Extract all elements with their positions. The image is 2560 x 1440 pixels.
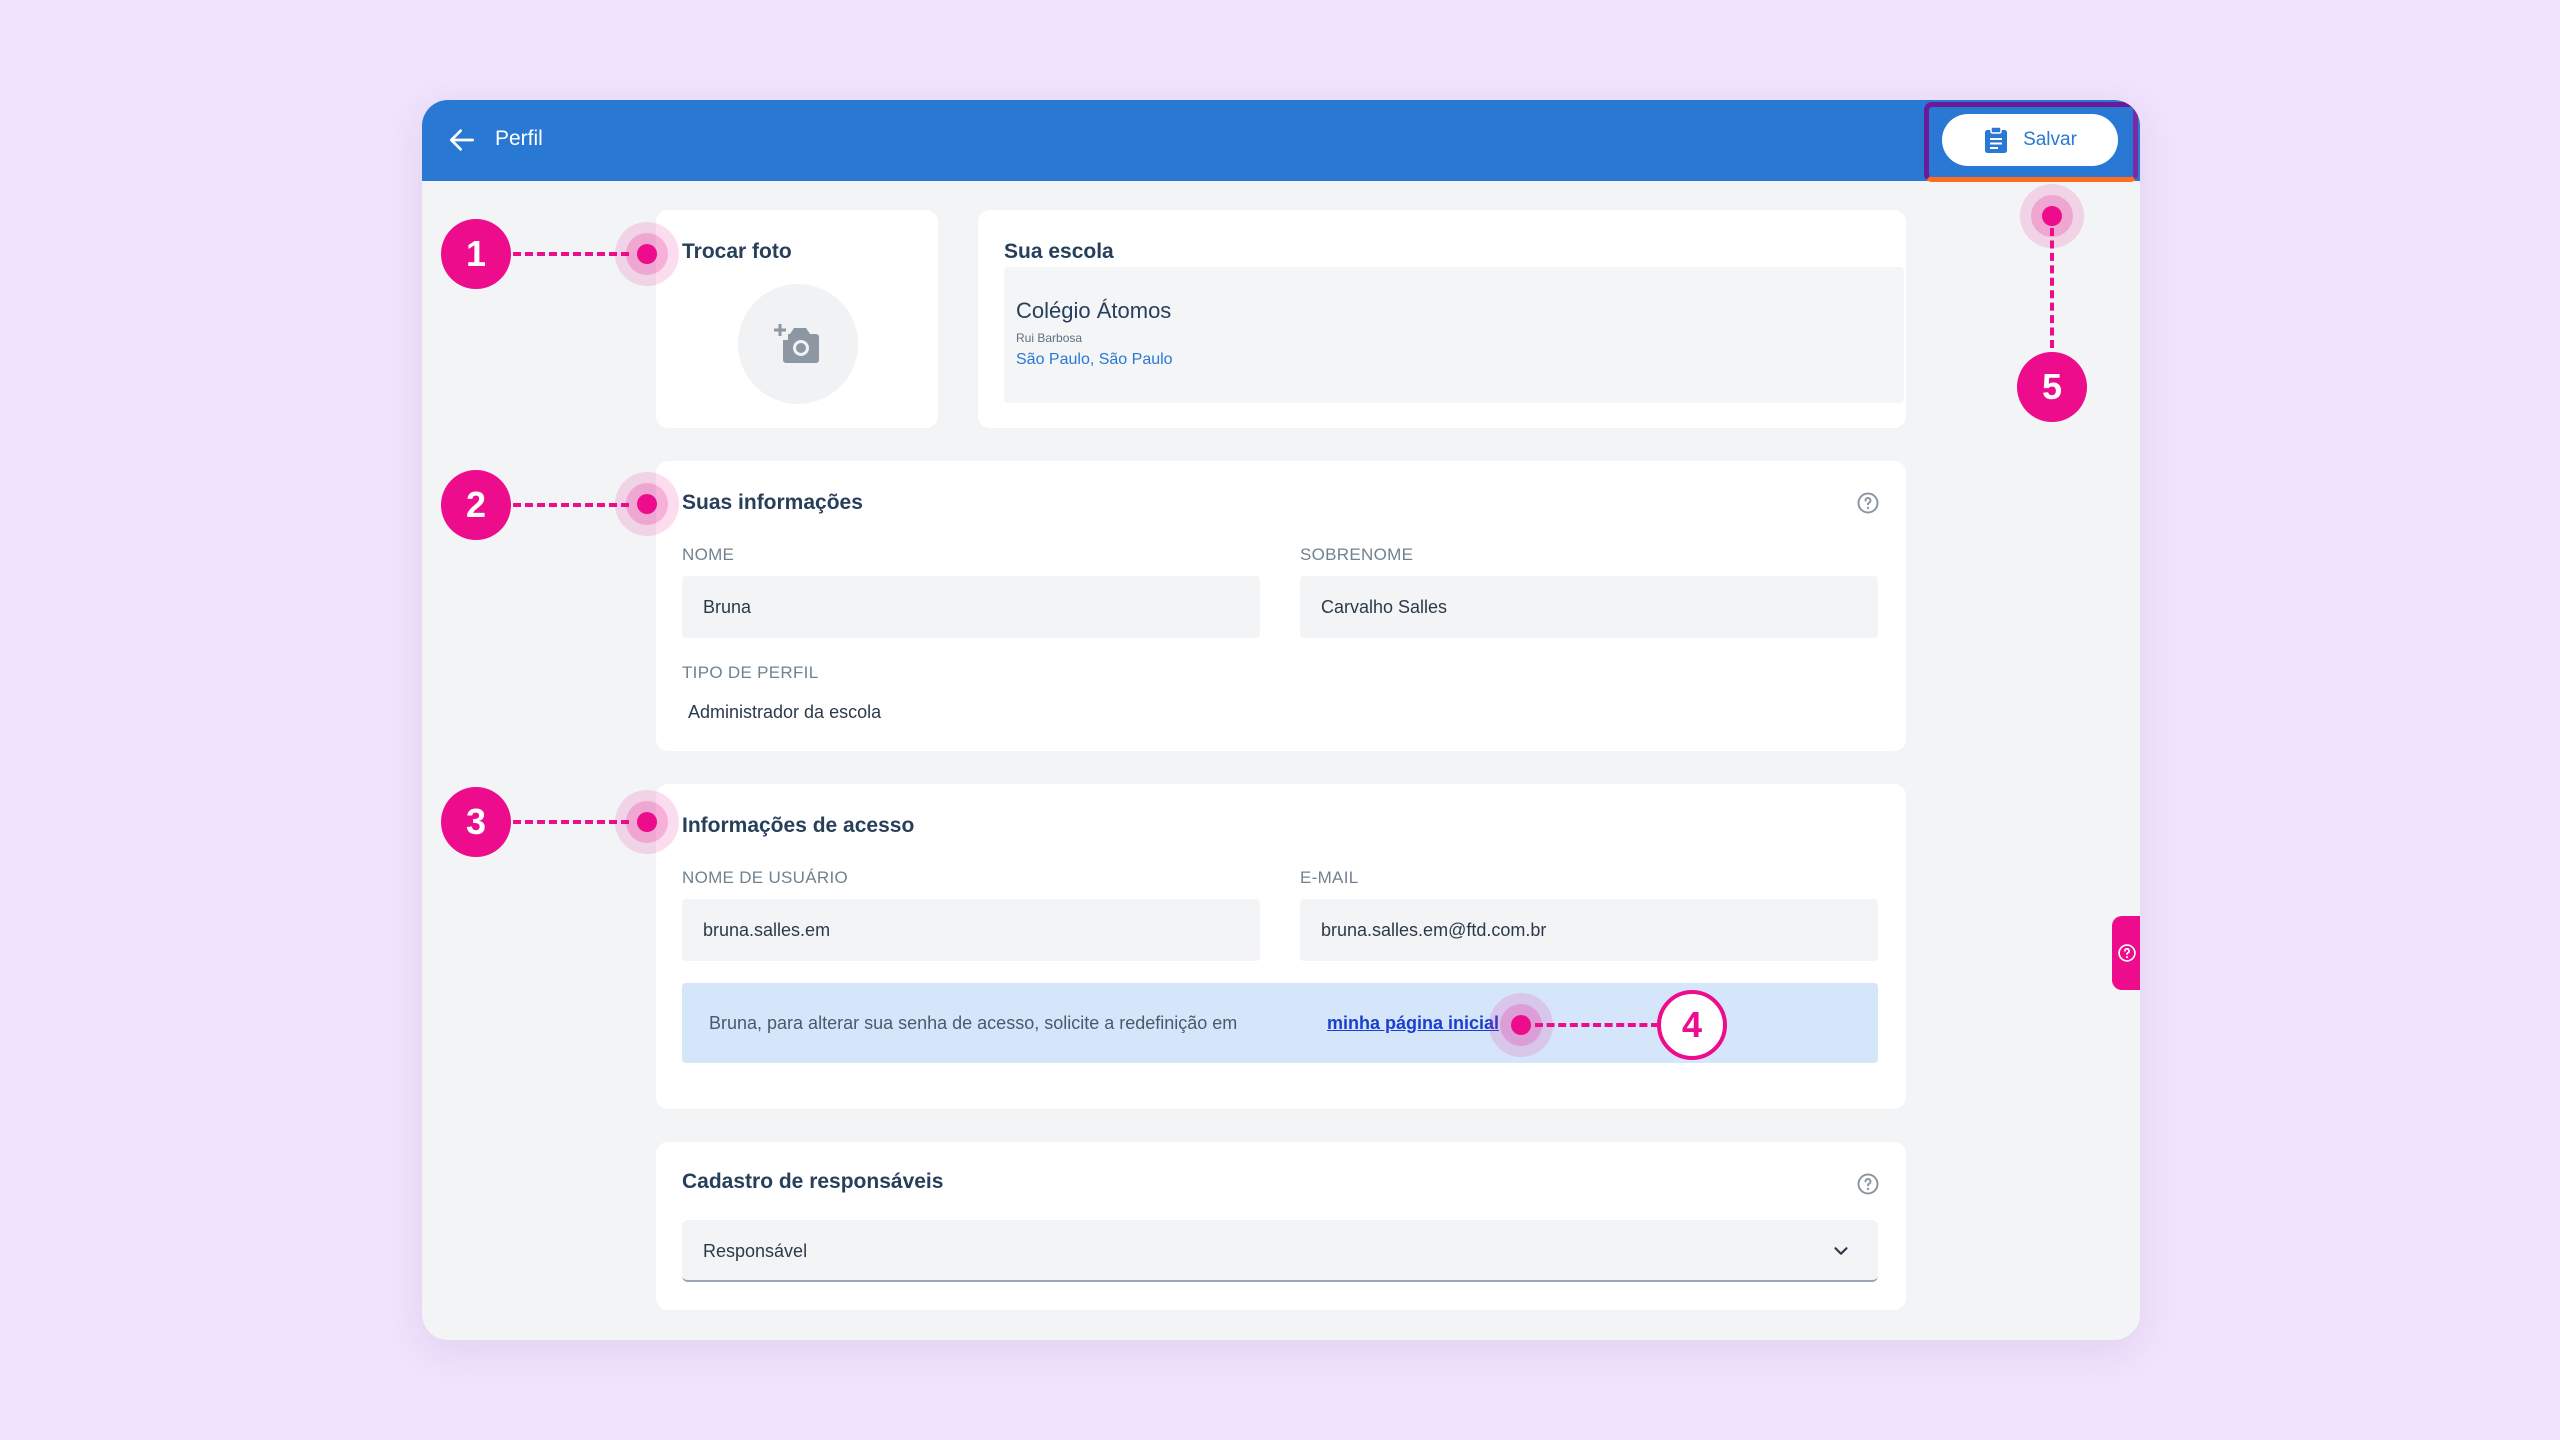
annotation-target-3 bbox=[615, 790, 679, 854]
top-bar: Perfil Salvar bbox=[422, 100, 2140, 182]
photo-card-title: Trocar foto bbox=[682, 240, 792, 263]
personal-info-title: Suas informações bbox=[682, 491, 863, 514]
save-button-label: Salvar bbox=[2023, 129, 2077, 150]
home-page-link[interactable]: minha página inicial bbox=[1327, 1013, 1499, 1034]
arrow-left-icon[interactable] bbox=[446, 124, 478, 156]
change-photo-button[interactable] bbox=[738, 284, 858, 404]
guardian-select-value: Responsável bbox=[703, 1241, 808, 1261]
school-city: São Paulo, São Paulo bbox=[1016, 351, 1173, 368]
annotation-line-2 bbox=[513, 503, 629, 507]
school-card: Sua escola Colégio Átomos Rui Barbosa Sã… bbox=[978, 210, 1906, 428]
annotation-line-4 bbox=[1535, 1023, 1659, 1027]
school-card-title: Sua escola bbox=[1004, 240, 1114, 263]
school-name: Colégio Átomos bbox=[1016, 298, 1172, 323]
app-window: Perfil Salvar Trocar foto Sua escola Col… bbox=[422, 100, 2140, 1340]
annotation-badge-4: 4 bbox=[1657, 990, 1727, 1060]
first-name-label: NOME bbox=[682, 545, 735, 564]
help-circle-icon[interactable] bbox=[1856, 1172, 1880, 1196]
last-name-field[interactable]: Carvalho Salles bbox=[1300, 576, 1878, 638]
school-street: Rui Barbosa bbox=[1016, 331, 1083, 345]
annotation-target-1 bbox=[615, 222, 679, 286]
annotation-line-1 bbox=[513, 252, 629, 256]
help-circle-icon[interactable] bbox=[1856, 491, 1880, 515]
access-info-card: Informações de acesso NOME DE USUÁRIO br… bbox=[656, 784, 1906, 1109]
email-field[interactable]: bruna.salles.em@ftd.com.br bbox=[1300, 899, 1878, 961]
profile-type-label: TIPO DE PERFIL bbox=[682, 663, 819, 682]
first-name-field[interactable]: Bruna bbox=[682, 576, 1260, 638]
username-field[interactable]: bruna.salles.em bbox=[682, 899, 1260, 961]
save-button[interactable]: Salvar bbox=[1942, 114, 2118, 166]
password-notice-text: Bruna, para alterar sua senha de acesso,… bbox=[709, 1013, 1238, 1033]
username-label: NOME DE USUÁRIO bbox=[682, 868, 849, 887]
chevron-down-icon bbox=[1834, 1247, 1848, 1255]
email-label: E-MAIL bbox=[1300, 868, 1359, 887]
school-info: Colégio Átomos Rui Barbosa São Paulo, Sã… bbox=[1004, 267, 1904, 403]
guardian-select[interactable]: Responsável bbox=[682, 1220, 1878, 1282]
last-name-label: SOBRENOME bbox=[1300, 545, 1414, 564]
photo-card: Trocar foto bbox=[656, 210, 938, 428]
annotation-line-3 bbox=[513, 820, 629, 824]
guardians-card: Cadastro de responsáveis Responsável bbox=[656, 1142, 1906, 1310]
profile-type-value: Administrador da escola bbox=[688, 702, 882, 722]
personal-info-card: Suas informações NOME Bruna SOBRENOME Ca… bbox=[656, 461, 1906, 751]
annotation-target-2 bbox=[615, 472, 679, 536]
annotation-badge-5: 5 bbox=[2017, 352, 2087, 422]
add-photo-camera-icon bbox=[774, 324, 819, 363]
clipboard-icon bbox=[1985, 126, 2008, 153]
page-title: Perfil bbox=[495, 127, 543, 150]
annotation-badge-2: 2 bbox=[441, 470, 511, 540]
annotation-line-5 bbox=[2050, 228, 2054, 348]
floating-help-button[interactable] bbox=[2112, 916, 2140, 990]
access-info-title: Informações de acesso bbox=[682, 814, 915, 837]
annotation-badge-1: 1 bbox=[441, 219, 511, 289]
annotation-badge-3: 3 bbox=[441, 787, 511, 857]
guardians-title: Cadastro de responsáveis bbox=[682, 1170, 944, 1193]
help-circle-icon bbox=[2118, 944, 2136, 962]
